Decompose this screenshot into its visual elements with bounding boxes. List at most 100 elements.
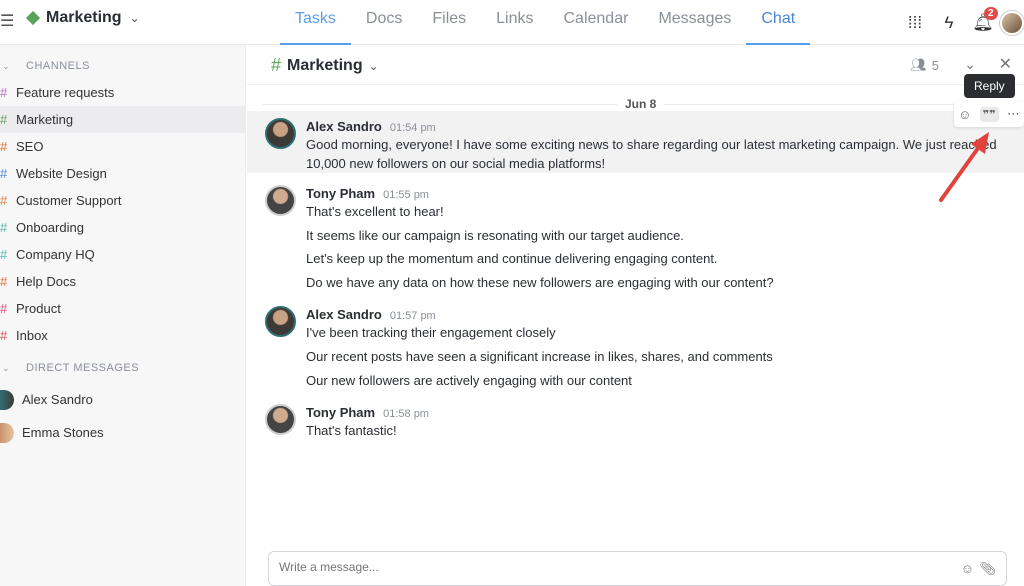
- lightning-icon[interactable]: ϟ: [932, 13, 966, 33]
- sidebar: ⌄ CHANNELS # Feature requests # Marketing # SE…: [0, 45, 246, 586]
- dm-item-emma-stones[interactable]: Emma Stones: [0, 416, 245, 449]
- reply-quote-icon[interactable]: ❞❞: [979, 106, 999, 122]
- sidebar-item-website-design[interactable]: # Website Design: [0, 160, 245, 187]
- message-text: That's excellent to hear!: [306, 204, 444, 219]
- dm-item-alex-sandro[interactable]: Alex Sandro: [0, 383, 245, 416]
- message-composer: ☺ 📎︎: [268, 551, 1007, 586]
- top-bar: ☰ Marketing ⌄ Tasks Docs Files Links Cal…: [0, 0, 1024, 45]
- more-icon[interactable]: ⋯: [1007, 106, 1020, 122]
- chevron-down-icon: ⌄: [368, 58, 379, 73]
- sidebar-item-feature-requests[interactable]: # Feature requests: [0, 79, 245, 106]
- sidebar-item-company-hq[interactable]: # Company HQ: [0, 241, 245, 268]
- message-actions: ☺ ❞❞ ⋯: [954, 101, 1024, 127]
- tab-chat[interactable]: Chat: [746, 0, 810, 45]
- nav-tabs: Tasks Docs Files Links Calendar Messages…: [280, 0, 810, 45]
- sidebar-item-label: Inbox: [16, 328, 48, 343]
- hash-icon: #: [0, 247, 8, 262]
- message-text: Do we have any data on how these new fol…: [306, 275, 774, 290]
- tab-messages[interactable]: Messages: [643, 0, 746, 45]
- chat-panel: # Marketing ⌄ 👥︎ 5 ⌄ ✕ Jun 8 Reply Alex …: [247, 45, 1024, 586]
- message-text: That's fantastic!: [306, 423, 397, 438]
- avatar: [0, 389, 14, 410]
- tab-docs[interactable]: Docs: [351, 0, 417, 45]
- message-author[interactable]: Tony Pham 01:55 pm: [306, 186, 429, 201]
- sidebar-item-label: Help Docs: [16, 274, 76, 289]
- hash-icon: #: [271, 55, 282, 75]
- channel-list: # Feature requests # Marketing # SEO # Website …: [0, 79, 245, 349]
- collapse-icon[interactable]: ⌄: [964, 56, 976, 73]
- sidebar-item-customer-support[interactable]: # Customer Support: [0, 187, 245, 214]
- people-icon: 👥︎: [910, 57, 927, 72]
- bell-icon[interactable]: 🔔︎ 2: [966, 6, 1000, 33]
- channel-header: # Marketing ⌄ 👥︎ 5 ⌄ ✕: [247, 45, 1024, 85]
- tab-tasks[interactable]: Tasks: [280, 0, 351, 45]
- message-text: Our new followers are actively engaging …: [306, 373, 632, 388]
- tab-files[interactable]: Files: [417, 0, 481, 45]
- user-avatar[interactable]: [1000, 10, 1024, 35]
- hash-icon: #: [0, 85, 8, 100]
- sidebar-item-label: Website Design: [16, 166, 107, 181]
- workspace-switcher[interactable]: Marketing ⌄: [25, 9, 140, 27]
- hash-icon: #: [0, 193, 8, 208]
- workspace-diamond-icon: [25, 10, 41, 26]
- hash-icon: #: [0, 139, 8, 154]
- apps-grid-icon[interactable]: ⁞⁞⁞: [898, 13, 932, 33]
- menu-icon[interactable]: ☰: [0, 11, 14, 31]
- message-text: I've been tracking their engagement clos…: [306, 325, 556, 340]
- message-text: Good morning, everyone! I have some exci…: [306, 137, 997, 152]
- collapse-caret-icon: ⌄: [2, 60, 11, 71]
- avatar: [0, 422, 14, 443]
- message[interactable]: Alex Sandro 01:57 pm I've been tracking t…: [247, 304, 1024, 392]
- hash-icon: #: [0, 274, 8, 289]
- tab-calendar[interactable]: Calendar: [549, 0, 644, 45]
- message-author[interactable]: Alex Sandro 01:57 pm: [306, 307, 436, 322]
- channel-title[interactable]: # Marketing ⌄: [271, 55, 379, 76]
- hash-icon: #: [0, 166, 8, 181]
- collapse-caret-icon: ⌄: [2, 362, 11, 373]
- sidebar-item-label: Product: [16, 301, 61, 316]
- emoji-icon[interactable]: ☺: [958, 107, 971, 122]
- paperclip-icon[interactable]: 📎︎: [979, 561, 996, 577]
- message[interactable]: Tony Pham 01:58 pm That's fantastic!: [247, 402, 1024, 442]
- message-text: Our recent posts have seen a significant…: [306, 349, 773, 364]
- sidebar-item-inbox[interactable]: # Inbox: [0, 322, 245, 349]
- avatar: [265, 404, 296, 435]
- top-right-icons: ⁞⁞⁞ ϟ 🔔︎ 2: [898, 0, 1024, 45]
- sidebar-item-product[interactable]: # Product: [0, 295, 245, 322]
- sidebar-item-onboarding[interactable]: # Onboarding: [0, 214, 245, 241]
- hash-icon: #: [0, 301, 8, 316]
- message-text: 10,000 new followers on our social media…: [306, 156, 606, 171]
- date-divider: Jun 8: [247, 97, 1024, 111]
- avatar: [265, 185, 296, 216]
- message-text: Let's keep up the momentum and continue …: [306, 251, 718, 266]
- message-input[interactable]: [279, 560, 879, 574]
- message-author[interactable]: Tony Pham 01:58 pm: [306, 405, 429, 420]
- close-icon[interactable]: ✕: [999, 54, 1012, 74]
- hash-icon: #: [0, 112, 8, 127]
- sidebar-item-label: Customer Support: [16, 193, 122, 208]
- sidebar-item-seo[interactable]: # SEO: [0, 133, 245, 160]
- avatar: [265, 118, 296, 149]
- members-button[interactable]: 👥︎ 5: [910, 57, 939, 73]
- message[interactable]: Tony Pham 01:55 pm That's excellent to he…: [247, 183, 1024, 293]
- message[interactable]: Alex Sandro 01:54 pm Good morning, everyo…: [247, 111, 1024, 173]
- emoji-icon[interactable]: ☺: [961, 561, 974, 576]
- reply-tooltip: Reply: [964, 74, 1015, 98]
- hash-icon: #: [0, 220, 8, 235]
- message-text: It seems like our campaign is resonating…: [306, 228, 684, 243]
- notification-badge: 2: [984, 6, 998, 20]
- sidebar-item-marketing[interactable]: # Marketing: [0, 106, 245, 133]
- tab-links[interactable]: Links: [481, 0, 548, 45]
- message-author[interactable]: Alex Sandro 01:54 pm: [306, 119, 436, 134]
- hash-icon: #: [0, 328, 8, 343]
- avatar: [265, 306, 296, 337]
- sidebar-item-label: SEO: [16, 139, 44, 154]
- chevron-down-icon: ⌄: [129, 11, 140, 25]
- sidebar-item-label: Marketing: [16, 112, 74, 127]
- sidebar-item-label: Feature requests: [16, 85, 115, 100]
- sidebar-item-help-docs[interactable]: # Help Docs: [0, 268, 245, 295]
- workspace-name: Marketing: [46, 9, 122, 26]
- dm-section-header[interactable]: ⌄ DIRECT MESSAGES: [0, 357, 245, 379]
- channels-section-header[interactable]: ⌄ CHANNELS: [0, 55, 245, 77]
- sidebar-item-label: Onboarding: [16, 220, 84, 235]
